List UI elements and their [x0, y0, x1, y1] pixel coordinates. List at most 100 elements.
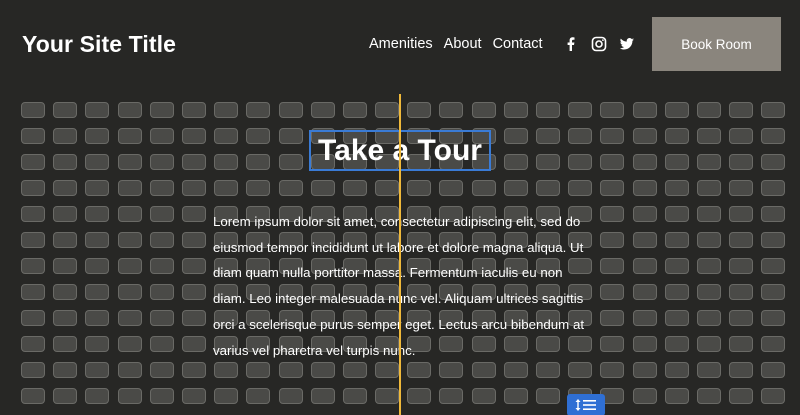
grid-cell — [342, 180, 367, 196]
grid-cell — [632, 310, 657, 326]
grid-cell — [600, 102, 625, 118]
grid-cell — [117, 258, 142, 274]
grid-cell — [632, 258, 657, 274]
grid-cell — [53, 362, 78, 378]
instagram-icon[interactable] — [591, 36, 607, 52]
grid-cell — [664, 180, 689, 196]
grid-cell — [214, 154, 239, 170]
grid-cell — [568, 154, 593, 170]
grid-cell — [632, 284, 657, 300]
grid-cell — [181, 102, 206, 118]
grid-cell — [600, 284, 625, 300]
grid-cell — [600, 206, 625, 222]
grid-cell — [503, 180, 528, 196]
grid-cell — [761, 154, 786, 170]
grid-cell — [407, 362, 432, 378]
grid-cell — [85, 362, 110, 378]
grid-cell — [53, 284, 78, 300]
book-room-button[interactable]: Book Room — [652, 17, 781, 71]
grid-cell — [729, 128, 754, 144]
grid-cell — [117, 362, 142, 378]
nav-item-about[interactable]: About — [444, 36, 482, 52]
grid-cell — [85, 102, 110, 118]
grid-cell — [761, 180, 786, 196]
grid-cell — [568, 180, 593, 196]
grid-cell — [471, 102, 496, 118]
grid-cell — [696, 258, 721, 274]
grid-cell — [246, 180, 271, 196]
main-nav: Amenities About Contact — [369, 36, 554, 52]
grid-cell — [729, 102, 754, 118]
grid-cell — [568, 128, 593, 144]
grid-cell — [53, 310, 78, 326]
grid-cell — [632, 154, 657, 170]
grid-cell — [600, 154, 625, 170]
grid-cell — [729, 154, 754, 170]
grid-cell — [729, 180, 754, 196]
site-title[interactable]: Your Site Title — [22, 31, 176, 58]
grid-cell — [117, 310, 142, 326]
grid-cell — [729, 362, 754, 378]
grid-cell — [149, 336, 174, 352]
grid-cell — [729, 310, 754, 326]
grid-cell — [664, 154, 689, 170]
grid-cell — [21, 232, 45, 248]
grid-cell — [729, 258, 754, 274]
twitter-icon[interactable] — [619, 36, 635, 52]
grid-cell — [117, 232, 142, 248]
grid-cell — [21, 180, 45, 196]
grid-cell — [310, 388, 335, 404]
grid-cell — [117, 336, 142, 352]
grid-cell — [439, 388, 464, 404]
grid-cell — [246, 362, 271, 378]
grid-cell — [696, 128, 721, 144]
grid-cell — [214, 388, 239, 404]
grid-cell — [310, 102, 335, 118]
nav-item-contact[interactable]: Contact — [493, 36, 543, 52]
grid-cell — [664, 284, 689, 300]
grid-cell — [181, 362, 206, 378]
grid-cell — [761, 258, 786, 274]
grid-cell — [21, 102, 45, 118]
grid-cell — [85, 310, 110, 326]
grid-cell — [503, 154, 528, 170]
grid-cell — [696, 102, 721, 118]
grid-cell — [439, 362, 464, 378]
grid-cell — [664, 102, 689, 118]
grid-cell — [181, 310, 206, 326]
grid-cell — [342, 102, 367, 118]
grid-cell — [600, 362, 625, 378]
grid-cell — [278, 154, 303, 170]
grid-cell — [149, 180, 174, 196]
grid-cell — [310, 180, 335, 196]
body-paragraph[interactable]: Lorem ipsum dolor sit amet, consectetur … — [213, 209, 593, 363]
grid-cell — [761, 336, 786, 352]
grid-cell — [278, 180, 303, 196]
grid-cell — [696, 388, 721, 404]
grid-cell — [600, 232, 625, 248]
grid-cell — [761, 232, 786, 248]
grid-cell — [536, 362, 560, 378]
grid-cell — [181, 180, 206, 196]
grid-cell — [85, 154, 110, 170]
line-height-icon[interactable] — [567, 394, 605, 415]
grid-cell — [21, 154, 45, 170]
grid-cell — [696, 206, 721, 222]
grid-cell — [471, 388, 496, 404]
nav-item-amenities[interactable]: Amenities — [369, 36, 433, 52]
grid-cell — [117, 284, 142, 300]
grid-cell — [761, 102, 786, 118]
grid-cell — [600, 128, 625, 144]
grid-cell — [729, 336, 754, 352]
grid-cell — [632, 180, 657, 196]
grid-cell — [53, 102, 78, 118]
facebook-icon[interactable] — [563, 36, 579, 52]
grid-cell — [503, 102, 528, 118]
grid-cell — [664, 310, 689, 326]
grid-cell — [21, 284, 45, 300]
grid-cell — [536, 102, 560, 118]
grid-cell — [181, 284, 206, 300]
grid-cell — [696, 362, 721, 378]
grid-cell — [149, 206, 174, 222]
grid-cell — [568, 102, 593, 118]
